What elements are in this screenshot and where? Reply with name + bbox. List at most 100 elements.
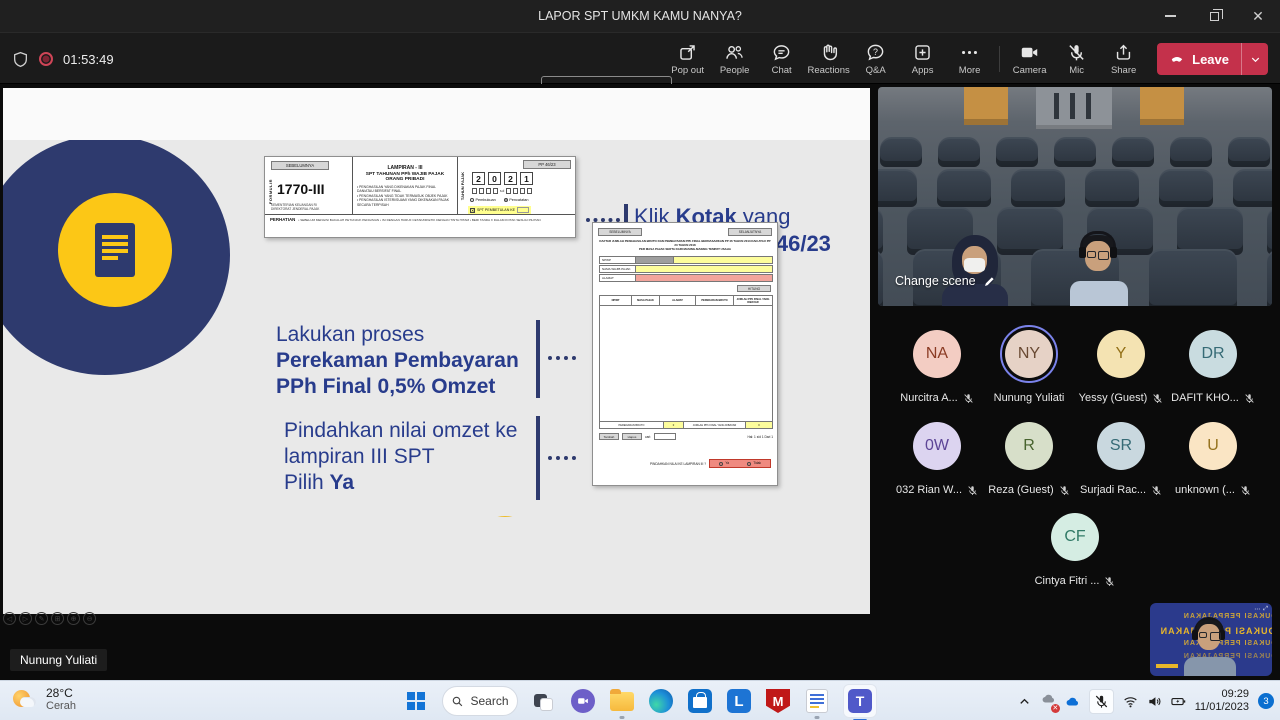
volume-icon[interactable] <box>1147 694 1162 709</box>
zoom-icon[interactable]: ⊕ <box>67 612 80 625</box>
shared-screen: SEBELUMNYA FORMULIR 1770-III KEMENTERIAN… <box>3 88 870 614</box>
more-dots-icon <box>960 43 979 62</box>
apps-plus-icon <box>913 43 932 62</box>
edge-icon <box>649 689 673 713</box>
mic-button[interactable]: Mic <box>1053 33 1100 85</box>
next-slide-icon[interactable]: ▷ <box>19 612 32 625</box>
start-button[interactable] <box>403 688 429 714</box>
share-icon <box>1114 43 1133 62</box>
edge-browser-button[interactable] <box>648 688 674 714</box>
participant-tile[interactable]: R Reza (Guest) <box>983 422 1075 496</box>
mcafee-button[interactable]: M <box>765 688 791 714</box>
battery-charging-icon[interactable] <box>1171 694 1186 709</box>
qa-button[interactable]: Q&A <box>852 33 899 85</box>
accent-bar <box>536 416 540 500</box>
shield-icon[interactable] <box>12 51 29 68</box>
minimize-icon <box>1165 15 1176 17</box>
file-explorer-button[interactable] <box>609 688 635 714</box>
avatar: CF <box>1051 513 1099 561</box>
avatar: 0W <box>913 422 961 470</box>
leave-button[interactable]: Leave <box>1157 51 1241 67</box>
participant-name: Nunung Yuliati <box>994 392 1065 404</box>
restore-button[interactable] <box>1192 0 1236 32</box>
grid-icon[interactable]: ⊞ <box>51 612 64 625</box>
participant-tile[interactable]: Y Yessy (Guest) <box>1075 330 1167 404</box>
clock[interactable]: 09:29 11/01/2023 <box>1195 688 1249 714</box>
folder-icon <box>610 692 634 711</box>
avatar: DR <box>1189 330 1237 378</box>
search-icon <box>451 695 464 708</box>
chat-button[interactable]: Chat <box>758 33 805 85</box>
pp46-button: PP 46/23 <box>523 160 571 169</box>
teams-icon: T <box>848 689 872 713</box>
meeting-timer: 01:53:49 <box>63 52 114 67</box>
apps-button[interactable]: Apps <box>899 33 946 85</box>
camera-button[interactable]: Camera <box>1006 33 1053 85</box>
participant-tile[interactable]: CF Cintya Fitri ... <box>1029 513 1121 587</box>
participant-video-person <box>1056 229 1140 306</box>
spotlight-video-tile[interactable]: Change scene <box>878 87 1272 306</box>
more-controls-icon[interactable]: ⊖ <box>83 612 96 625</box>
weather-widget[interactable]: 28°C Cerah <box>6 684 82 715</box>
avatar: SR <box>1097 422 1145 470</box>
question-bubble-icon <box>866 43 885 62</box>
participant-video-person <box>940 235 1012 306</box>
form-prev-button: SEBELUMNYA <box>271 161 329 170</box>
participant-name: Surjadi Rac... <box>1080 484 1146 496</box>
reactions-button[interactable]: Reactions <box>805 33 852 85</box>
document-badge-icon <box>58 193 172 307</box>
onedrive-icon[interactable] <box>1065 694 1080 709</box>
mic-off-icon <box>1059 485 1070 496</box>
form-code: 1770-III <box>277 181 324 197</box>
share-button[interactable]: Share <box>1100 33 1147 85</box>
self-view-video[interactable]: EDUKASI PERPAJAKAN EDUKASI PERPAJAKAN ED… <box>1150 603 1272 676</box>
hidden-icons-chevron[interactable] <box>1017 694 1032 709</box>
participant-tile[interactable]: NY Nunung Yuliati <box>983 330 1075 404</box>
participant-name: 032 Rian W... <box>896 484 962 496</box>
participant-tile[interactable]: SR Surjadi Rac... <box>1075 422 1167 496</box>
windows-logo-icon <box>407 692 425 710</box>
chat-app-button[interactable] <box>570 688 596 714</box>
mic-off-icon <box>1152 393 1163 404</box>
notification-count-badge[interactable]: 3 <box>1258 693 1274 709</box>
avatar-speaking: NY <box>1005 330 1053 378</box>
wifi-icon[interactable] <box>1123 694 1138 709</box>
participant-tile[interactable]: DR DAFIT KHO... <box>1167 330 1259 404</box>
windows-taskbar: 28°C Cerah Search <box>0 680 1280 720</box>
presentation-controls: ◁ ▷ ✎ ⊞ ⊕ ⊖ <box>3 612 96 625</box>
dotted-connector <box>548 356 576 360</box>
teams-app-button[interactable]: T <box>843 684 877 718</box>
mic-off-icon <box>1151 485 1162 496</box>
prev-slide-icon[interactable]: ◁ <box>3 612 16 625</box>
mcafee-shield-icon: M <box>766 689 790 713</box>
close-button[interactable]: ✕ <box>1236 0 1280 32</box>
microsoft-store-button[interactable] <box>687 688 713 714</box>
annotate-icon[interactable]: ✎ <box>35 612 48 625</box>
popout-button[interactable]: Pop out <box>664 33 711 85</box>
leave-options-button[interactable] <box>1242 43 1268 75</box>
mic-in-use-indicator[interactable] <box>1089 689 1114 714</box>
change-scene-button[interactable]: Change scene <box>895 274 996 288</box>
mic-muted-tray-icon <box>1094 694 1109 709</box>
task-view-button[interactable] <box>531 688 557 714</box>
taskbar-search[interactable]: Search <box>442 686 518 716</box>
sync-error-cloud-icon[interactable]: ✕ <box>1041 691 1056 711</box>
participant-tile[interactable]: U unknown (... <box>1167 422 1259 496</box>
pip-options-icons[interactable]: ⋯⤢ <box>1254 606 1268 613</box>
avatar: Y <box>1097 330 1145 378</box>
notes-app-button[interactable] <box>804 688 830 714</box>
participant-tile[interactable]: 0W 032 Rian W... <box>891 422 983 496</box>
store-icon <box>688 689 712 713</box>
callout-pindahkan: Pindahkan nilai omzet ke lampiran III SP… <box>284 418 517 496</box>
people-icon <box>725 43 744 62</box>
participant-tile[interactable]: NA Nurcitra A... <box>891 330 983 404</box>
toolbar-divider <box>999 46 1000 72</box>
people-button[interactable]: People <box>711 33 758 85</box>
minimize-button[interactable] <box>1148 0 1192 32</box>
callout-perekaman: Lakukan proses Perekaman Pembayaran PPh … <box>276 322 519 400</box>
app-l-button[interactable]: L <box>726 688 752 714</box>
close-icon: ✕ <box>1252 9 1264 23</box>
video-chat-icon <box>571 689 595 713</box>
avatar: NA <box>913 330 961 378</box>
more-button[interactable]: More <box>946 33 993 85</box>
